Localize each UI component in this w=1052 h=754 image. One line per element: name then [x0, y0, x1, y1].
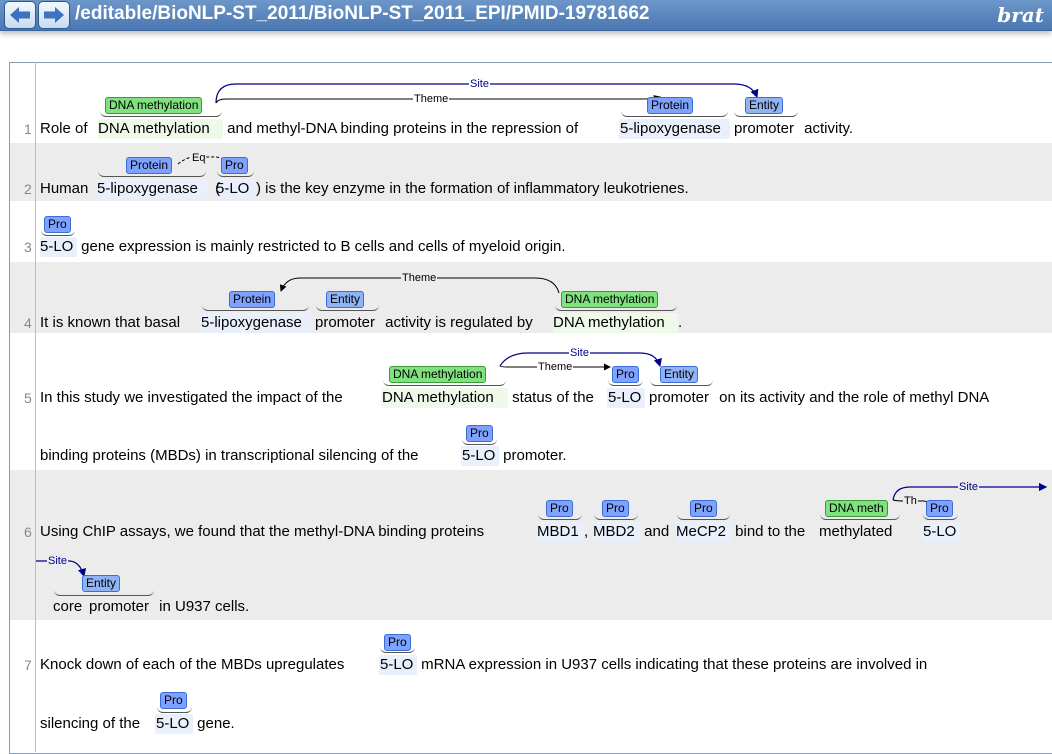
sentence-text: binding proteins (MBDs) in transcription…	[40, 447, 423, 464]
arc-label-site[interactable]: Site	[47, 555, 68, 567]
label-protein[interactable]: Protein	[126, 157, 173, 174]
label-entity[interactable]: Entity	[660, 366, 699, 383]
sentence-text: Role of	[40, 120, 92, 137]
sentence-text: ) is the key enzyme in the formation of …	[256, 180, 689, 197]
document-path[interactable]: /editable/BioNLP-ST_2011/BioNLP-ST_2011_…	[75, 2, 649, 26]
sentence-text: It is known that basal	[40, 314, 185, 331]
sentence-text: on its activity and the role of methyl D…	[715, 389, 990, 406]
sentence-text: activity is regulated by	[381, 314, 537, 331]
annotated-span[interactable]: 5-lipoxygenase	[620, 120, 721, 138]
sentence-text: gene.	[193, 715, 235, 732]
arrow-right-icon	[44, 7, 64, 23]
arc-label-eq[interactable]: Eq	[191, 152, 207, 164]
arc-label-theme[interactable]: Th	[903, 495, 918, 507]
annotated-span[interactable]: promoter	[315, 314, 375, 332]
label-protein[interactable]: Protein	[229, 291, 276, 308]
label-pro[interactable]: Pro	[602, 500, 629, 517]
label-pro[interactable]: Pro	[221, 157, 248, 174]
label-pro[interactable]: Pro	[160, 692, 187, 709]
label-pro[interactable]: Pro	[926, 500, 953, 517]
brat-logo: brat	[997, 3, 1044, 27]
sentence-text: core	[53, 598, 87, 615]
sentence-text: and methyl-DNA binding proteins in the r…	[223, 120, 583, 137]
label-entity[interactable]: Entity	[326, 291, 365, 308]
label-pro[interactable]: Pro	[690, 500, 717, 517]
label-entity[interactable]: Entity	[745, 97, 784, 114]
annotated-span[interactable]: DNA methylation	[553, 314, 665, 332]
sentence-text: bind to the	[731, 523, 810, 540]
annotated-span[interactable]: 5-LO	[156, 715, 189, 733]
sentence-text: In this study we investigated the impact…	[40, 389, 347, 406]
annotated-span[interactable]: 5-LO	[40, 238, 73, 256]
annotated-span[interactable]: promoter	[734, 120, 794, 138]
sentence-text: .	[678, 314, 683, 331]
line-number: 1	[24, 121, 32, 137]
annotated-span[interactable]: 5-LO	[608, 389, 641, 407]
annotated-span[interactable]: promoter	[89, 598, 149, 616]
arc-label-theme[interactable]: Theme	[401, 272, 438, 284]
gutter-divider	[35, 62, 36, 752]
arc-label-site[interactable]: Site	[958, 481, 979, 493]
arc-label-theme[interactable]: Theme	[413, 93, 450, 105]
sentence-text: gene expression is mainly restricted to …	[77, 238, 566, 255]
sentence-text: status of the	[508, 389, 599, 406]
sentence-text: Using ChIP assays, we found that the met…	[40, 523, 489, 540]
sentence-text: in U937 cells.	[155, 598, 250, 615]
line-number: 4	[24, 315, 32, 331]
line-number: 7	[24, 657, 32, 673]
annotated-span[interactable]: 5-LO	[380, 656, 413, 674]
label-entity[interactable]: Entity	[82, 575, 121, 592]
annotated-span[interactable]: 5-lipoxygenase	[97, 180, 198, 198]
line-number: 6	[24, 524, 32, 540]
sentence-text: mRNA expression in U937 cells indicating…	[417, 656, 928, 673]
line-number: 2	[24, 181, 32, 197]
annotated-span[interactable]: 5-lipoxygenase	[201, 314, 302, 332]
sentence-text: Human	[40, 180, 93, 197]
sentence-text: ,	[584, 523, 593, 540]
line-number: 5	[24, 390, 32, 406]
top-bar: /editable/BioNLP-ST_2011/BioNLP-ST_2011_…	[0, 0, 1052, 31]
sentence-text: silencing of the	[40, 715, 145, 732]
back-button[interactable]	[4, 1, 36, 29]
sentence-text: and	[640, 523, 674, 540]
forward-button[interactable]	[38, 1, 70, 29]
annotated-span[interactable]: MeCP2	[676, 523, 726, 541]
label-pro[interactable]: Pro	[612, 366, 639, 383]
annotated-span[interactable]: promoter	[649, 389, 709, 407]
label-pro[interactable]: Pro	[466, 425, 493, 442]
label-pro[interactable]: Pro	[384, 634, 411, 651]
annotated-span[interactable]: 5-LO	[462, 447, 495, 465]
annotated-span[interactable]: DNA methylation	[382, 389, 494, 407]
label-protein[interactable]: Protein	[647, 97, 694, 114]
sentence-text: Knock down of each of the MBDs upregulat…	[40, 656, 349, 673]
annotated-span[interactable]: methylated	[819, 523, 892, 541]
arc-label-site[interactable]: Site	[469, 78, 490, 90]
sentence-text: activity.	[800, 120, 854, 137]
label-dna-methylation[interactable]: DNA methylation	[389, 366, 487, 383]
annotated-span[interactable]: 5-LO	[923, 523, 956, 541]
label-dna-methylation[interactable]: DNA methylation	[561, 291, 659, 308]
arc-label-theme[interactable]: Theme	[537, 361, 574, 373]
annotated-span[interactable]: 5-LO	[216, 180, 249, 198]
label-pro[interactable]: Pro	[546, 500, 573, 517]
label-dna-methylation[interactable]: DNA meth	[825, 500, 888, 517]
arrow-left-icon	[10, 7, 30, 23]
line-number: 3	[24, 239, 32, 255]
annotated-span[interactable]: DNA methylation	[98, 120, 210, 138]
label-pro[interactable]: Pro	[44, 216, 71, 233]
sentence-text: promoter.	[499, 447, 567, 464]
annotated-span[interactable]: MBD1	[537, 523, 579, 541]
label-dna-methylation[interactable]: DNA methylation	[105, 97, 203, 114]
annotated-span[interactable]: MBD2	[593, 523, 635, 541]
arc-label-site[interactable]: Site	[569, 347, 590, 359]
